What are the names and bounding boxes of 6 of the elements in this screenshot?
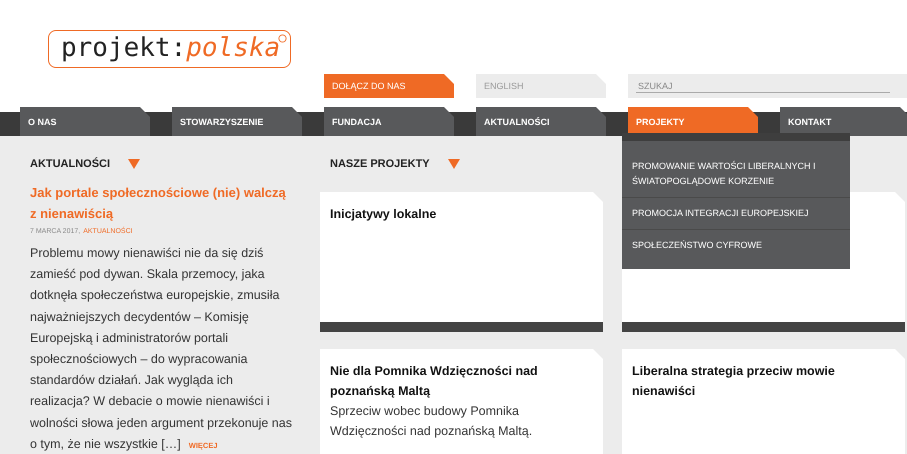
card-title: Liberalna strategia przeciw mowie nienawiści xyxy=(632,363,836,400)
card-title: Nie dla Pomnika Wdzięczności nad poznańską Maltą xyxy=(330,363,539,400)
section-heading: AKTUALNOŚCI xyxy=(30,158,110,170)
section-heading: NASZE PROJEKTY xyxy=(330,158,430,170)
card-title: Inicjatywy lokalne xyxy=(330,206,438,223)
card-text: Sprzeciw wobec budowy Pomnika Wdzięczności nad poznańską Maltą. xyxy=(330,403,534,440)
